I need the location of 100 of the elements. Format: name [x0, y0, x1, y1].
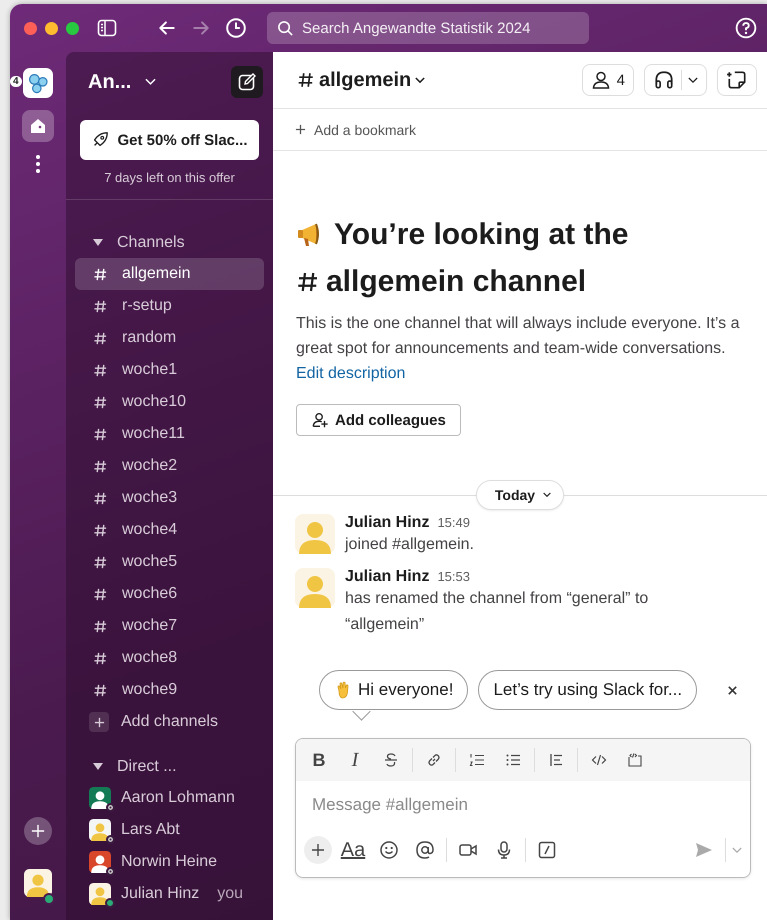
direct-message-item[interactable]: Aaron Lohmann [75, 782, 264, 814]
rocket-icon [91, 131, 110, 149]
add-colleagues-button[interactable]: Add colleagues [296, 404, 461, 436]
hash-icon [93, 490, 108, 506]
avatar-icon [24, 869, 52, 897]
huddle-button[interactable] [644, 64, 707, 96]
add-workspace-button[interactable] [24, 817, 52, 845]
home-button[interactable] [22, 110, 54, 142]
hash-icon [93, 394, 108, 410]
date-divider-button[interactable]: Today [476, 480, 564, 510]
italic-button[interactable]: I [340, 745, 370, 775]
hash-icon [93, 586, 108, 602]
help-icon[interactable] [735, 17, 757, 39]
bold-button[interactable]: B [304, 745, 334, 775]
channel-item[interactable]: woche10 [75, 386, 264, 418]
message-author[interactable]: Julian Hinz [345, 514, 430, 532]
quote-icon [548, 752, 564, 768]
minimize-window-button[interactable] [45, 22, 58, 34]
intro-title: You’re looking at the [334, 217, 628, 253]
strikethrough-icon [383, 752, 399, 768]
add-channels-item[interactable]: Add channels [75, 706, 264, 738]
code-icon [591, 752, 607, 768]
more-icon[interactable] [35, 154, 41, 174]
send-icon [694, 840, 714, 860]
avatar-icon [295, 568, 335, 608]
hash-icon [93, 362, 108, 378]
channel-item[interactable]: woche4 [75, 514, 264, 546]
notification-badge: 4 [10, 76, 22, 87]
channel-item[interactable]: woche1 [75, 354, 264, 386]
headphones-icon [653, 69, 675, 91]
message-text: has renamed the channel from “general” to “allgemein” [345, 589, 650, 635]
section-header[interactable]: Direct ... [75, 752, 264, 782]
channel-title[interactable]: allgemein [297, 68, 426, 92]
attach-button[interactable] [304, 836, 332, 864]
message-author[interactable]: Julian Hinz [345, 568, 430, 586]
channel-description: This is the one channel that will always include everyone. It’s a great spot for announcements and team-wide conversations. Edit description [296, 314, 740, 384]
channel-item[interactable]: woche5 [75, 546, 264, 578]
plus-icon [295, 124, 306, 135]
hash-icon [93, 618, 108, 634]
triangle-icon [93, 239, 103, 247]
plus-icon [310, 842, 326, 858]
suggestion-chip[interactable]: Hi everyone! [319, 670, 468, 710]
close-window-button[interactable] [24, 22, 37, 34]
channel-item[interactable]: woche3 [75, 482, 264, 514]
add-person-icon [311, 411, 329, 429]
channel-item[interactable]: woche8 [75, 642, 264, 674]
channel-item[interactable]: woche9 [75, 674, 264, 706]
online-status-dot [43, 893, 55, 905]
plus-icon [94, 716, 104, 728]
hash-icon [93, 522, 108, 538]
message-time[interactable]: 15:49 [437, 515, 470, 530]
channel-item[interactable]: r-setup [75, 290, 264, 322]
chevron-down-icon [415, 76, 426, 84]
direct-message-item[interactable]: Norwin Heine [75, 846, 264, 878]
at-sign-icon [415, 840, 435, 860]
you-label: you [217, 885, 244, 903]
maximize-window-button[interactable] [66, 22, 79, 34]
edit-description-link[interactable]: Edit description [296, 365, 406, 382]
workspace-name[interactable]: An... [88, 70, 132, 94]
message-text: joined #allgemein. [345, 535, 475, 555]
search-icon [277, 20, 294, 37]
canvas-button[interactable] [717, 64, 757, 96]
slash-box-icon [537, 840, 557, 860]
direct-message-item[interactable]: Lars Abt [75, 814, 264, 846]
hash-icon [93, 330, 108, 346]
suggestion-chip[interactable]: Let’s try using Slack for... [478, 670, 698, 710]
person-icon [590, 70, 611, 90]
plus-icon [31, 824, 45, 838]
code-block-icon [627, 752, 643, 768]
channel-item[interactable]: woche6 [75, 578, 264, 610]
chevron-down-icon[interactable] [688, 76, 698, 84]
compose-button[interactable] [231, 66, 263, 98]
hash-icon [93, 426, 108, 442]
bulleted-list-icon [505, 752, 521, 768]
hash-icon [93, 682, 108, 698]
channel-item[interactable]: woche2 [75, 450, 264, 482]
channel-item[interactable]: random [75, 322, 264, 354]
channel-item[interactable]: woche11 [75, 418, 264, 450]
members-button[interactable]: 4 [582, 64, 634, 96]
channel-item[interactable]: woche7 [75, 610, 264, 642]
link-icon [426, 752, 442, 768]
hash-icon [93, 458, 108, 474]
formatting-toggle-button[interactable]: Aa [338, 835, 368, 865]
hash-icon [297, 71, 315, 89]
numbered-list-icon [469, 752, 485, 768]
intro-title: allgemein channel [326, 264, 586, 300]
hash-icon [93, 266, 108, 282]
triangle-icon [93, 763, 103, 771]
chevron-down-icon [543, 492, 552, 498]
promo-button[interactable]: Get 50% off Slac... [80, 120, 259, 160]
section-header[interactable]: Channels [75, 228, 264, 258]
edit-icon [237, 72, 257, 92]
sidebar-toggle-icon[interactable] [97, 18, 117, 38]
smiley-icon [379, 840, 399, 860]
channel-item[interactable]: allgemein [75, 258, 264, 290]
history-icon[interactable] [225, 17, 247, 39]
hash-icon [93, 650, 108, 666]
hash-icon [93, 298, 108, 314]
message-time[interactable]: 15:53 [437, 569, 470, 584]
direct-message-item[interactable]: Julian Hinz you [75, 878, 264, 910]
